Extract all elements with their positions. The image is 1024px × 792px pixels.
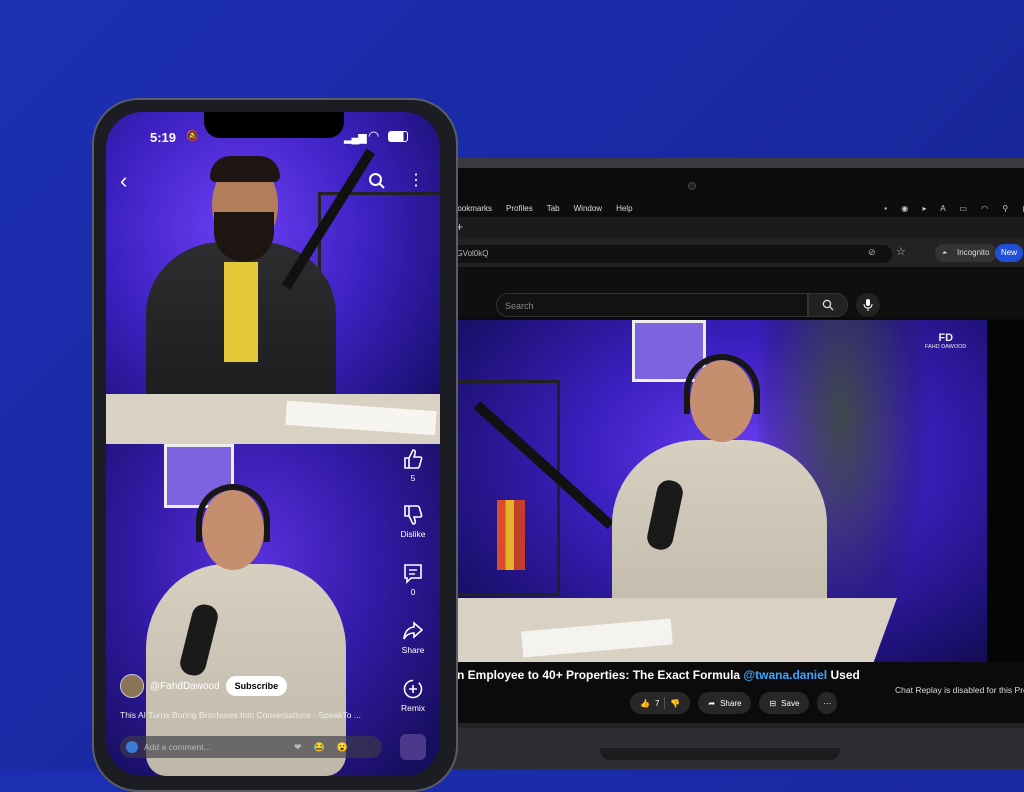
- incognito-icon: ◓: [942, 248, 948, 258]
- video-player[interactable]: FD FAHD DAWOOD: [457, 320, 987, 662]
- emoji-shortcuts[interactable]: ❤😂😮: [294, 736, 360, 758]
- save-label: Save: [781, 698, 800, 708]
- divider: [664, 697, 666, 709]
- menu-bookmarks[interactable]: Bookmarks: [452, 204, 492, 213]
- back-arrow-icon[interactable]: ‹: [120, 168, 127, 194]
- new-button[interactable]: New: [995, 244, 1024, 262]
- mention-link[interactable]: @twana.daniel: [743, 668, 827, 682]
- share-button[interactable]: Share: [396, 620, 430, 655]
- comment-placeholder: Add a comment...: [144, 742, 211, 752]
- like-icon: [404, 449, 423, 469]
- channel-avatar[interactable]: [120, 674, 144, 698]
- more-actions-button[interactable]: ···: [817, 692, 838, 714]
- watermark-logo: FD FAHD DAWOOD: [925, 332, 966, 350]
- menu-window[interactable]: Window: [574, 204, 602, 213]
- share-button[interactable]: ➦ Share: [698, 692, 752, 714]
- battery-icon: [388, 131, 408, 142]
- save-button[interactable]: ⊟ Save: [759, 692, 810, 714]
- host-shirt: [224, 262, 258, 362]
- side-panel: [987, 320, 1024, 662]
- like-button[interactable]: 5: [396, 448, 430, 483]
- video-title: n Employee to 40+ Properties: The Exact …: [457, 668, 860, 682]
- voice-search-button[interactable]: [856, 293, 880, 317]
- share-icon: [403, 621, 424, 640]
- bell-muted-icon: 🔕: [186, 131, 199, 142]
- status-icons: ▪ ◉ ▸ A ▭ ◠ ⚲ ▤: [884, 204, 1024, 213]
- remix-thumbnail[interactable]: [400, 734, 426, 760]
- headphones: [196, 484, 270, 542]
- search-input[interactable]: Search: [496, 293, 808, 317]
- eye-off-icon[interactable]: ⊘: [868, 247, 876, 258]
- more-icon[interactable]: ⋮: [408, 170, 424, 190]
- browser-tabbar: +: [450, 217, 1024, 239]
- browser-address-bar: oGVol0kQ ⊘ ☆ ◓ Incognito New: [450, 239, 1024, 267]
- chat-replay-note: Chat Replay is disabled for this Pre: [895, 685, 1024, 695]
- mic-icon: [863, 299, 873, 311]
- menu-profiles[interactable]: Profiles: [506, 204, 533, 213]
- laptop-camera: [688, 182, 696, 190]
- dislike-icon[interactable]: 👎: [670, 699, 680, 708]
- menu-tab[interactable]: Tab: [547, 204, 560, 213]
- phone-frame: 5:19 🔕 ▂▄▆ ◠ ‹ ⋮ 5 Dislike 0 Share Remix: [92, 98, 458, 792]
- incognito-label: Incognito: [957, 248, 990, 257]
- phone-screen: 5:19 🔕 ▂▄▆ ◠ ‹ ⋮ 5 Dislike 0 Share Remix: [106, 112, 440, 776]
- share-label: Share: [720, 698, 742, 708]
- search-icon[interactable]: [368, 172, 386, 190]
- video-description[interactable]: This AI Turns Boring Brochures Into Conv…: [120, 710, 388, 720]
- laptop-screen: Bookmarks Profiles Tab Window Help ▪ ◉ ▸…: [450, 168, 1024, 769]
- share-icon: ➦: [708, 698, 716, 708]
- channel-row: @FahdDawood Subscribe: [120, 674, 288, 698]
- shelf: [318, 192, 440, 395]
- remix-icon: [403, 679, 423, 699]
- comment-icon: [404, 564, 422, 584]
- headphones: [684, 354, 760, 414]
- star-icon[interactable]: ☆: [896, 245, 906, 258]
- status-time: 5:19: [150, 130, 177, 145]
- book-row: [497, 500, 525, 570]
- search-icon: [822, 299, 834, 311]
- laptop-hinge: [600, 748, 840, 760]
- more-icon: ···: [823, 698, 832, 708]
- user-avatar: [126, 741, 138, 753]
- like-icon[interactable]: 👍: [640, 699, 650, 708]
- video-title-prefix: n Employee to 40+ Properties: The Exact …: [457, 668, 744, 682]
- host-hair: [210, 156, 280, 182]
- url-field[interactable]: oGVol0kQ: [450, 245, 892, 263]
- dynamic-island: [204, 112, 344, 138]
- bookmark-icon: ⊟: [769, 698, 777, 708]
- comment-count: 0: [410, 587, 416, 597]
- bottom-video-frame: [106, 444, 440, 776]
- signal-icon: ▂▄▆: [344, 132, 367, 144]
- dislike-button[interactable]: Dislike: [396, 504, 430, 539]
- dislike-icon: [404, 505, 423, 525]
- video-title-suffix: Used: [827, 668, 860, 682]
- channel-name[interactable]: @FahdDawood: [150, 681, 220, 692]
- dislike-label: Dislike: [400, 529, 426, 539]
- like-count: 7: [654, 698, 660, 708]
- comment-button[interactable]: 0: [396, 562, 430, 597]
- top-video-frame: [106, 112, 440, 444]
- subscribe-button[interactable]: Subscribe: [225, 676, 288, 696]
- remix-label: Remix: [400, 703, 426, 713]
- like-count: 5: [410, 473, 416, 483]
- search-button[interactable]: [808, 293, 848, 317]
- incognito-badge[interactable]: ◓ Incognito: [935, 244, 998, 262]
- menu-help[interactable]: Help: [616, 204, 632, 213]
- watermark-name: FAHD DAWOOD: [925, 344, 967, 350]
- mac-menubar: Bookmarks Profiles Tab Window Help ▪ ◉ ▸…: [450, 200, 1024, 217]
- laptop-frame: Bookmarks Profiles Tab Window Help ▪ ◉ ▸…: [440, 158, 1024, 769]
- wifi-icon: ◠: [368, 128, 380, 143]
- remix-button[interactable]: Remix: [396, 678, 430, 713]
- video-actions: 👍 7 👎 ➦ Share ⊟ Save ···: [630, 692, 838, 714]
- like-dislike-button[interactable]: 👍 7 👎: [630, 692, 691, 714]
- share-label: Share: [401, 645, 425, 655]
- comment-input[interactable]: Add a comment... ❤😂😮: [120, 736, 382, 758]
- watermark-initials: FD: [938, 332, 954, 344]
